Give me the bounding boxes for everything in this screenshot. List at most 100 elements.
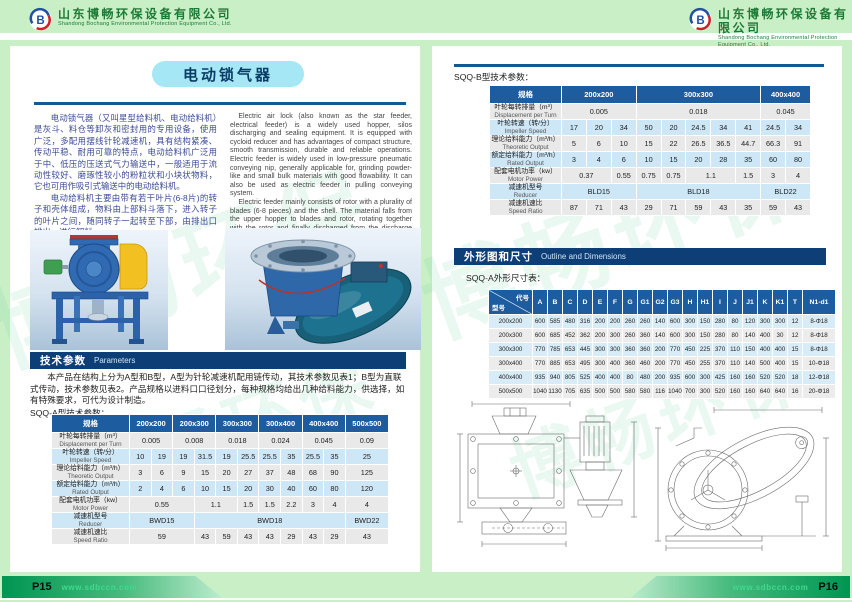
column-header: A (533, 290, 548, 315)
row-label: 叶轮每转排量（m³）Displacement per Turn (490, 104, 562, 120)
value-cell: 26.5 (686, 136, 711, 152)
value-cell: 29 (324, 529, 346, 545)
value-cell: 35 (736, 200, 761, 216)
row-label: 200x300 (489, 329, 533, 343)
value-cell: 450 (683, 343, 698, 357)
value-cell: 770 (668, 357, 683, 371)
column-header: K (758, 290, 773, 315)
section-title-en: Outline and Dimensions (541, 252, 626, 261)
value-cell: 225 (698, 343, 713, 357)
value-cell: 300 (698, 371, 713, 385)
table-row: 配套电机功率（kw）Motor Power0.551.11.51.52.2344 (52, 497, 389, 513)
value-cell: 3 (761, 168, 786, 184)
value-cell: 370 (713, 343, 728, 357)
value-cell: 1130 (548, 385, 563, 399)
value-cell: 35 (324, 449, 346, 465)
value-cell: 25.5 (237, 449, 259, 465)
column-header: F (608, 290, 623, 315)
feeder-illustration (30, 230, 168, 350)
table-row: 减速机型号ReducerBWD15BWD18BWD22 (52, 513, 389, 529)
value-cell: 785 (548, 343, 563, 357)
row-label: 理论给料能力（m³/h）Theoretic Output (52, 465, 130, 481)
row-label: 300x300 (489, 343, 533, 357)
column-header: C (563, 290, 578, 315)
value-cell: 34 (786, 120, 811, 136)
value-cell: 60 (761, 152, 786, 168)
value-cell: 260 (638, 315, 653, 329)
value-cell: 1040 (668, 385, 683, 399)
catalog-spread: B 山东博畅环保设备有限公司 Shandong Bochang Environm… (0, 0, 852, 602)
row-label: 300x400 (489, 357, 533, 371)
value-cell: 653 (563, 343, 578, 357)
column-header: 400x400 (761, 86, 811, 104)
value-cell: 68 (302, 465, 324, 481)
value-cell: 25.5 (302, 449, 324, 465)
row-label: 叶轮转速（转/分）Impeller Speed (52, 449, 130, 465)
value-cell: 300 (698, 385, 713, 399)
value-cell: 316 (578, 315, 593, 329)
value-cell: 15 (788, 343, 803, 357)
column-header: B (548, 290, 563, 315)
table-row: 400x400935940805525400400804802009356003… (489, 371, 836, 385)
value-cell: 8-Φ18 (803, 329, 836, 343)
column-header: J1 (743, 290, 758, 315)
value-cell: 400 (758, 329, 773, 343)
value-cell: 200 (593, 315, 608, 329)
value-cell: 450 (683, 357, 698, 371)
row-label: 配套电机功率（kw）Motor Power (490, 168, 562, 184)
value-cell: 10 (130, 449, 152, 465)
value-cell: 2 (130, 481, 152, 497)
value-cell: 125 (345, 465, 388, 481)
value-cell: 43 (259, 529, 281, 545)
product-photo-feeder-direct-drive (225, 228, 421, 350)
column-header: G2 (653, 290, 668, 315)
bottom-edge (0, 598, 852, 600)
value-cell: 400 (593, 371, 608, 385)
row-label: 减速机型号Reducer (490, 184, 562, 200)
value-cell: 160 (728, 371, 743, 385)
value-cell: 770 (533, 357, 548, 371)
value-cell: 34 (711, 120, 736, 136)
value-cell: 25.5 (259, 449, 281, 465)
value-cell: 91 (786, 136, 811, 152)
table-row: 300x300770785653445300300360360200770450… (489, 343, 836, 357)
row-label: 500x500 (489, 385, 533, 399)
value-cell: 16 (788, 385, 803, 399)
value-cell: 0.008 (173, 433, 216, 449)
value-cell: 685 (548, 329, 563, 343)
value-cell: 50 (636, 120, 661, 136)
value-cell: 140 (653, 329, 668, 343)
value-cell: 34 (611, 120, 636, 136)
value-cell: 140 (743, 357, 758, 371)
value-cell: 140 (653, 315, 668, 329)
value-cell: 10 (611, 136, 636, 152)
company-header-left: B 山东博畅环保设备有限公司 Shandong Bochang Environm… (28, 7, 232, 32)
section-outline-dimensions: 外形图和尺寸 Outline and Dimensions (454, 248, 826, 265)
value-cell: 362 (578, 329, 593, 343)
column-header: 300x400 (259, 415, 302, 433)
value-cell: 260 (623, 329, 638, 343)
value-cell: 43 (786, 200, 811, 216)
value-cell: 43 (302, 529, 324, 545)
value-cell: 27 (237, 465, 259, 481)
value-cell: 9 (173, 465, 195, 481)
value-cell: 200 (653, 371, 668, 385)
value-cell: 520 (773, 371, 788, 385)
value-cell: 3 (562, 152, 587, 168)
value-cell: 10 (636, 152, 661, 168)
value-cell: 20 (216, 465, 238, 481)
title-rule (34, 102, 406, 105)
value-cell: 43 (194, 529, 216, 545)
value-cell: 150 (698, 329, 713, 343)
value-cell: 30 (259, 481, 281, 497)
value-cell: 1.5 (237, 497, 259, 513)
feeder-illustration (225, 228, 421, 350)
value-cell: 400 (773, 357, 788, 371)
value-cell: 520 (713, 385, 728, 399)
value-cell: 0.005 (562, 104, 637, 120)
value-cell: 60 (302, 481, 324, 497)
column-header: 200x200 (562, 86, 637, 104)
value-cell: 90 (324, 465, 346, 481)
svg-text:B: B (36, 15, 44, 27)
value-cell: 10-Φ18 (803, 357, 836, 371)
